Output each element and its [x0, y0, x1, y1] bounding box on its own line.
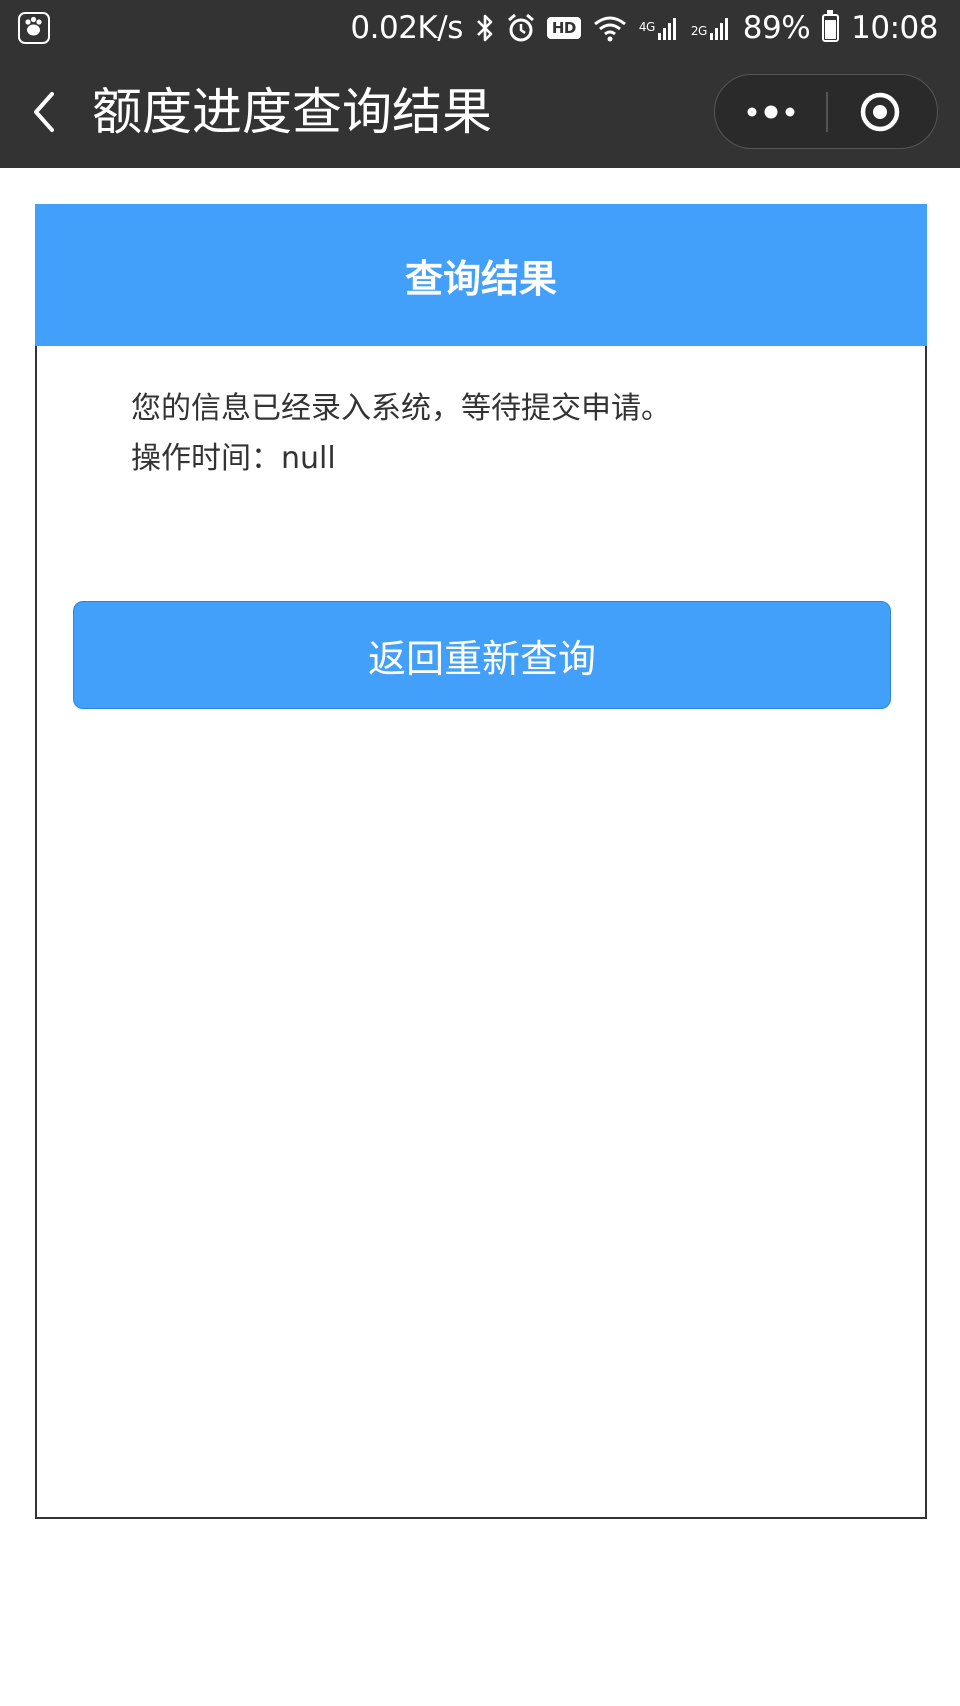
battery-icon — [822, 10, 840, 42]
card-header-title: 查询结果 — [35, 204, 927, 346]
battery-percent: 89% — [742, 10, 811, 46]
status-indicators: 0.02K/s HD 4G 2G 89% 10:08 — [350, 0, 938, 56]
bluetooth-icon — [475, 13, 495, 43]
mini-program-capsule — [714, 74, 938, 149]
chevron-left-icon — [34, 92, 54, 132]
more-menu-button[interactable] — [715, 75, 826, 147]
signal-2g-icon: 2G — [691, 15, 731, 41]
page-title: 额度进度查询结果 — [92, 83, 492, 141]
network-type-4g: 4G — [638, 20, 655, 34]
more-dots-icon — [747, 105, 795, 119]
wifi-icon — [593, 14, 627, 42]
signal-4g-icon: 4G — [639, 15, 679, 41]
hd-badge: HD — [546, 17, 581, 39]
result-card: 查询结果 您的信息已经录入系统，等待提交申请。 操作时间：null 返回重新查询 — [35, 204, 927, 1519]
target-close-icon — [860, 92, 900, 132]
retry-query-button[interactable]: 返回重新查询 — [73, 601, 891, 709]
alarm-icon — [507, 13, 535, 43]
clock-time: 10:08 — [851, 10, 938, 46]
network-type-2g: 2G — [690, 24, 707, 38]
status-bar: 0.02K/s HD 4G 2G 89% 10:08 — [0, 0, 960, 56]
navigation-bar: 额度进度查询结果 — [0, 56, 960, 168]
status-message: 您的信息已经录入系统，等待提交申请。 — [131, 391, 671, 426]
operation-time: 操作时间：null — [131, 441, 336, 476]
close-mini-program-button[interactable] — [827, 75, 937, 147]
battery-fill — [825, 19, 837, 39]
baidu-paw-icon — [18, 12, 50, 44]
back-button[interactable] — [26, 86, 66, 138]
result-details: 您的信息已经录入系统，等待提交申请。 操作时间：null — [131, 384, 905, 484]
network-speed: 0.02K/s — [350, 10, 463, 46]
